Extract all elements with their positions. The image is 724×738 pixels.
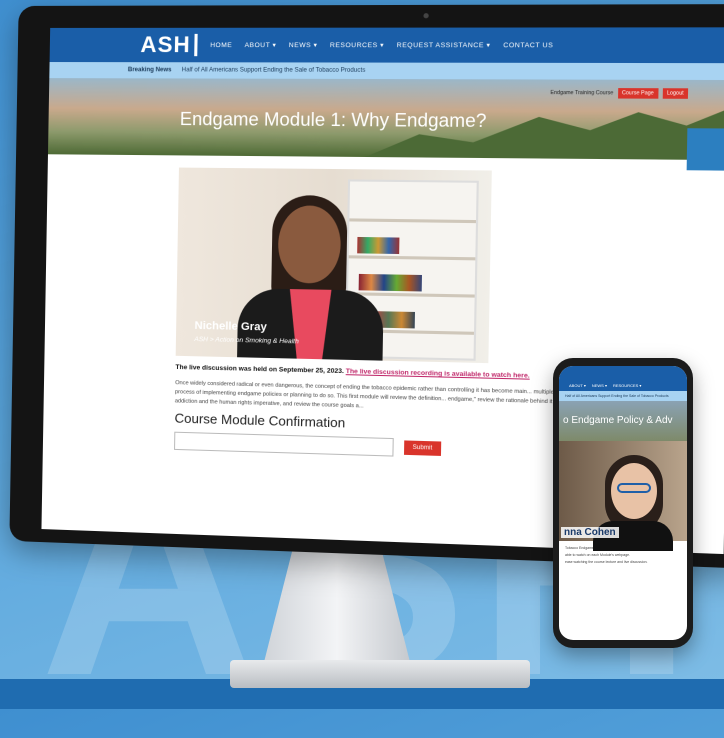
phone-video[interactable]: nna Cohen	[559, 441, 687, 551]
logout-button[interactable]: Logout	[662, 88, 689, 99]
phone-screen: ABOUT ▾ NEWS ▾ RESOURCES ▾ Half of All A…	[559, 366, 687, 640]
monitor-stand-base	[230, 660, 530, 688]
video-player[interactable]: Nichelle Gray ASH > Action on Smoking & …	[175, 167, 492, 364]
camera-dot	[423, 13, 429, 19]
breaking-news-bar: Breaking News Half of All Americans Supp…	[49, 62, 724, 81]
course-label: Endgame Training Course	[550, 89, 614, 97]
confirmation-input[interactable]	[174, 431, 394, 457]
page-hero: Endgame Training Course Course Page Logo…	[47, 78, 724, 161]
presenter-name: Nichelle Gray	[194, 319, 267, 334]
glasses-icon	[617, 483, 651, 493]
nav-home[interactable]: HOME	[210, 41, 232, 48]
breaking-news-label: Breaking News	[127, 67, 172, 74]
phone-text-line: able to watch on each Module's webpage.	[565, 553, 631, 557]
course-page-button[interactable]: Course Page	[617, 88, 659, 99]
nav-request-assistance[interactable]: REQUEST ASSISTANCE ▾	[397, 41, 491, 49]
phone-nav-about[interactable]: ABOUT ▾	[569, 383, 586, 388]
recording-link[interactable]: The live discussion recording is availab…	[346, 368, 530, 380]
phone-hero-title: o Endgame Policy & Adv	[559, 401, 687, 441]
breaking-news-headline[interactable]: Half of All Americans Support Ending the…	[182, 67, 366, 74]
phone-nav-news[interactable]: NEWS ▾	[592, 383, 607, 388]
page-title: Endgame Module 1: Why Endgame?	[179, 108, 487, 132]
phone-text-line: ease watching the course lecture and liv…	[565, 560, 648, 564]
site-nav: ASH HOME ABOUT ▾ NEWS ▾ RESOURCES ▾ REQU…	[49, 27, 724, 64]
site-logo[interactable]: ASH	[140, 32, 199, 57]
phone-breaking-bar[interactable]: Half of All Americans Support Ending the…	[559, 391, 687, 401]
phone-presenter-name: nna Cohen	[561, 527, 619, 538]
submit-button[interactable]: Submit	[403, 440, 441, 456]
discussion-date-text: The live discussion was held on Septembe…	[175, 363, 344, 376]
phone-nav: ABOUT ▾ NEWS ▾ RESOURCES ▾	[559, 366, 687, 391]
course-links: Endgame Training Course Course Page Logo…	[550, 88, 689, 99]
nav-resources[interactable]: RESOURCES ▾	[330, 41, 384, 49]
presenter-org: ASH > Action on Smoking & Health	[194, 335, 299, 346]
nav-about[interactable]: ABOUT ▾	[245, 41, 277, 49]
nav-contact-us[interactable]: CONTACT US	[503, 42, 553, 49]
phone-nav-resources[interactable]: RESOURCES ▾	[613, 383, 641, 388]
smartphone: ABOUT ▾ NEWS ▾ RESOURCES ▾ Half of All A…	[553, 358, 693, 648]
nav-news[interactable]: NEWS ▾	[289, 41, 318, 49]
